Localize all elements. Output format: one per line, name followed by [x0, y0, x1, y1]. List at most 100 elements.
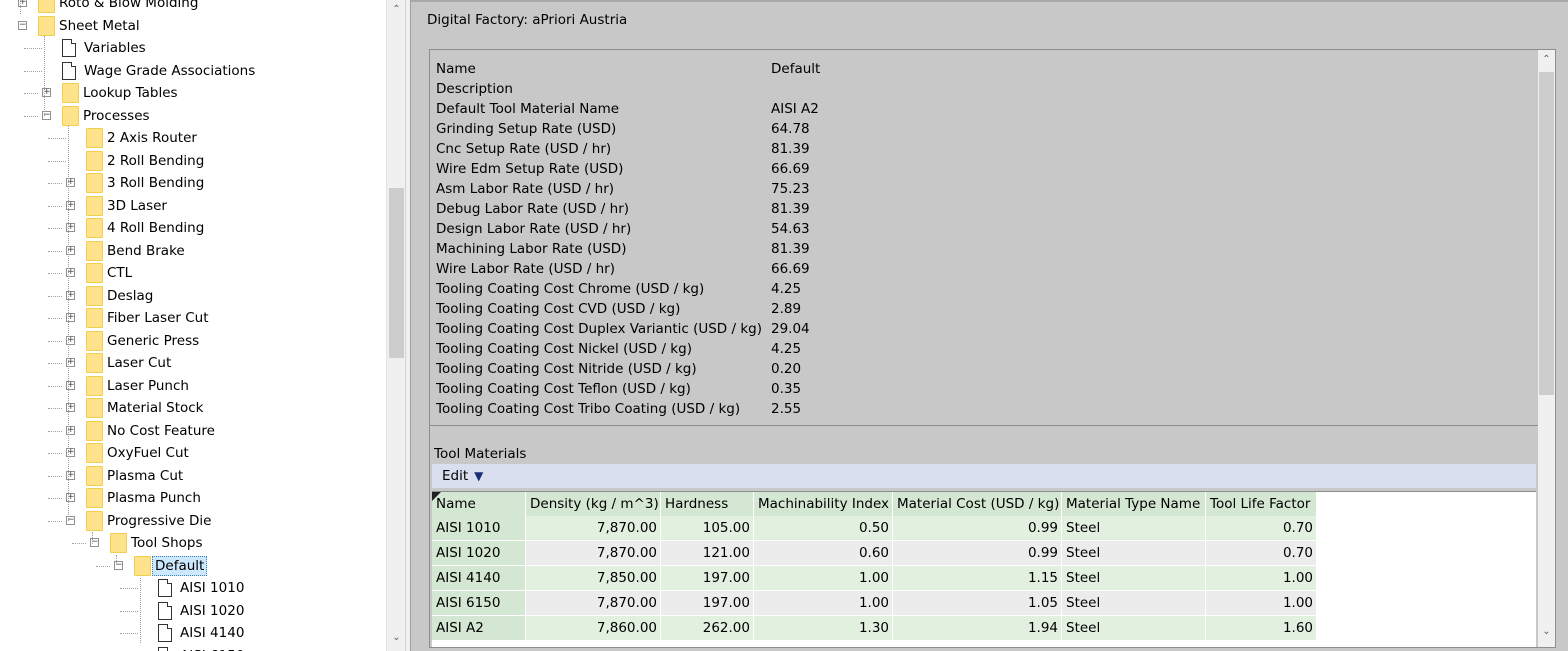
detail-scrollbar[interactable]: ⌃ ⌄	[1538, 50, 1555, 647]
tree-item-progressive-die[interactable]: − Progressive Die	[0, 510, 386, 532]
tree-item-aisi-1010[interactable]: AISI 1010	[0, 577, 386, 599]
table-cell[interactable]: 0.99	[893, 541, 1062, 566]
table-cell[interactable]: 1.00	[754, 566, 893, 591]
property-value: 0.35	[771, 381, 802, 397]
tree-item-material-stock[interactable]: + Material Stock	[0, 397, 386, 419]
tree-item-deslag[interactable]: + Deslag	[0, 285, 386, 307]
scroll-down-arrow-icon[interactable]: ⌄	[1541, 627, 1552, 637]
table-cell[interactable]: Steel	[1062, 591, 1206, 616]
table-cell[interactable]: 0.60	[754, 541, 893, 566]
tree-item-2-roll-bending[interactable]: 2 Roll Bending	[0, 150, 386, 172]
table-cell[interactable]: 197.00	[661, 591, 754, 616]
table-cell[interactable]: 121.00	[661, 541, 754, 566]
tree-item-2-axis-router[interactable]: 2 Axis Router	[0, 127, 386, 149]
tree-item-plasma-punch[interactable]: + Plasma Punch	[0, 487, 386, 509]
table-cell[interactable]: 1.00	[754, 591, 893, 616]
table-cell[interactable]: 7,870.00	[526, 591, 661, 616]
table-cell[interactable]: 197.00	[661, 566, 754, 591]
tree-item-3d-laser[interactable]: +3D Laser	[0, 195, 386, 217]
table-cell[interactable]: 1.15	[893, 566, 1062, 591]
tree-item-oxyfuel-cut[interactable]: + OxyFuel Cut	[0, 442, 386, 464]
table-cell[interactable]: 1.94	[893, 616, 1062, 641]
table-cell[interactable]: 0.70	[1206, 541, 1317, 566]
table-row[interactable]: AISI 4140 7,850.00 197.00 1.00 1.15 Steel 1.00	[432, 566, 1317, 591]
column-header-machinability-index[interactable]: Machinability Index	[754, 492, 893, 516]
tree-item-default[interactable]: − Default	[0, 555, 386, 577]
property-name: Machining Labor Rate (USD)	[436, 241, 627, 257]
column-header-material-type-name[interactable]: Material Type Name	[1062, 492, 1206, 516]
tree-item-no-cost-feature[interactable]: + No Cost Feature	[0, 420, 386, 442]
tree-item-processes[interactable]: − Processes	[0, 105, 386, 127]
tree-item-bend-brake[interactable]: + Bend Brake	[0, 240, 386, 262]
table-cell[interactable]: 7,860.00	[526, 616, 661, 641]
tree-guide-line	[116, 555, 117, 565]
table-cell[interactable]: Steel	[1062, 566, 1206, 591]
table-cell[interactable]: AISI 1020	[432, 541, 526, 566]
column-header-hardness[interactable]: Hardness	[661, 492, 754, 516]
table-cell[interactable]: 1.30	[754, 616, 893, 641]
table-cell[interactable]: 262.00	[661, 616, 754, 641]
table-cell[interactable]: 7,850.00	[526, 566, 661, 591]
tree-item-3-roll-bending[interactable]: +3 Roll Bending	[0, 172, 386, 194]
tree-item-laser-cut[interactable]: + Laser Cut	[0, 352, 386, 374]
tree-item-sheet-metal[interactable]: − Sheet Metal	[0, 15, 386, 37]
tree-item-fiber-laser-cut[interactable]: + Fiber Laser Cut	[0, 307, 386, 329]
column-header-name[interactable]: Name	[432, 492, 526, 516]
table-cell[interactable]: 1.00	[1206, 566, 1317, 591]
edit-menu-button[interactable]: Edit ▼	[442, 464, 483, 488]
navigation-tree-pane: + Roto & Blow Molding − Sheet Metal Variable…	[0, 0, 405, 651]
property-name: Cnc Setup Rate (USD / hr)	[436, 141, 612, 157]
folder-icon	[86, 465, 103, 486]
column-header-tool-life-factor[interactable]: Tool Life Factor	[1206, 492, 1317, 516]
table-row[interactable]: AISI 6150 7,870.00 197.00 1.00 1.05 Steel 1.00	[432, 591, 1317, 616]
detail-scroll-thumb[interactable]	[1539, 72, 1554, 395]
tree-scrollbar[interactable]: ⌃ ⌄	[386, 0, 405, 651]
tree-item-laser-punch[interactable]: + Laser Punch	[0, 375, 386, 397]
table-cell[interactable]: AISI A2	[432, 616, 526, 641]
table-cell[interactable]: 0.99	[893, 516, 1062, 541]
table-cell[interactable]: 105.00	[661, 516, 754, 541]
tree-item-aisi-1020[interactable]: AISI 1020	[0, 600, 386, 622]
scroll-down-arrow-icon[interactable]: ⌄	[391, 633, 402, 643]
tool-materials-table[interactable]: Name Density (kg / m^3) Hardness Machinabil…	[432, 491, 1536, 647]
table-cell[interactable]: AISI 1010	[432, 516, 526, 541]
table-cell[interactable]: Steel	[1062, 541, 1206, 566]
table-cell[interactable]: 1.05	[893, 591, 1062, 616]
column-header-material-cost-usd-kg[interactable]: Material Cost (USD / kg)	[893, 492, 1062, 516]
tree-connector	[48, 340, 62, 342]
table-cell[interactable]: AISI 4140	[432, 566, 526, 591]
tree-item-generic-press[interactable]: + Generic Press	[0, 330, 386, 352]
table-row[interactable]: AISI A2 7,860.00 262.00 1.30 1.94 Steel 1.60	[432, 616, 1317, 641]
tree-item-aisi-4140[interactable]: AISI 4140	[0, 622, 386, 644]
table-cell[interactable]: Steel	[1062, 516, 1206, 541]
tree-item-variables[interactable]: Variables	[0, 37, 386, 59]
table-row[interactable]: AISI 1010 7,870.00 105.00 0.50 0.99 Steel 0.70	[432, 516, 1317, 541]
tree-guide-line	[92, 532, 93, 544]
property-row: Tooling Coating Cost Chrome (USD / kg) 4.…	[436, 279, 1526, 299]
table-cell[interactable]: AISI 6150	[432, 591, 526, 616]
tree-item-roto-blow-molding[interactable]: + Roto & Blow Molding	[0, 0, 386, 14]
table-cell[interactable]: 1.00	[1206, 591, 1317, 616]
table-row[interactable]: AISI 1020 7,870.00 121.00 0.60 0.99 Steel 0.70	[432, 541, 1317, 566]
tree-item-label: 3 Roll Bending	[107, 175, 205, 191]
tree-item-tool-shops[interactable]: − Tool Shops	[0, 532, 386, 554]
table-cell[interactable]: 0.50	[754, 516, 893, 541]
tree-item-lookup-tables[interactable]: + Lookup Tables	[0, 82, 386, 104]
column-header-density-kg-m-3[interactable]: Density (kg / m^3)	[526, 492, 661, 516]
table-cell[interactable]: 7,870.00	[526, 516, 661, 541]
tree-item-wage-grade-associations[interactable]: Wage Grade Associations	[0, 60, 386, 82]
scroll-up-arrow-icon[interactable]: ⌃	[1541, 55, 1552, 65]
table-cell[interactable]: 1.60	[1206, 616, 1317, 641]
navigation-tree[interactable]: + Roto & Blow Molding − Sheet Metal Variable…	[0, 0, 386, 651]
tree-item-ctl[interactable]: + CTL	[0, 262, 386, 284]
table-cell[interactable]: 7,870.00	[526, 541, 661, 566]
table-cell[interactable]: 0.70	[1206, 516, 1317, 541]
folder-icon	[86, 443, 103, 463]
tree-item-4-roll-bending[interactable]: +4 Roll Bending	[0, 217, 386, 239]
tree-item-plasma-cut[interactable]: + Plasma Cut	[0, 465, 386, 487]
tree-item-aisi-6150[interactable]: AISI 6150	[0, 645, 386, 651]
scroll-up-arrow-icon[interactable]: ⌃	[391, 5, 402, 15]
tree-scroll-thumb[interactable]	[389, 188, 404, 358]
collapse-icon[interactable]: −	[18, 20, 27, 30]
table-cell[interactable]: Steel	[1062, 616, 1206, 641]
